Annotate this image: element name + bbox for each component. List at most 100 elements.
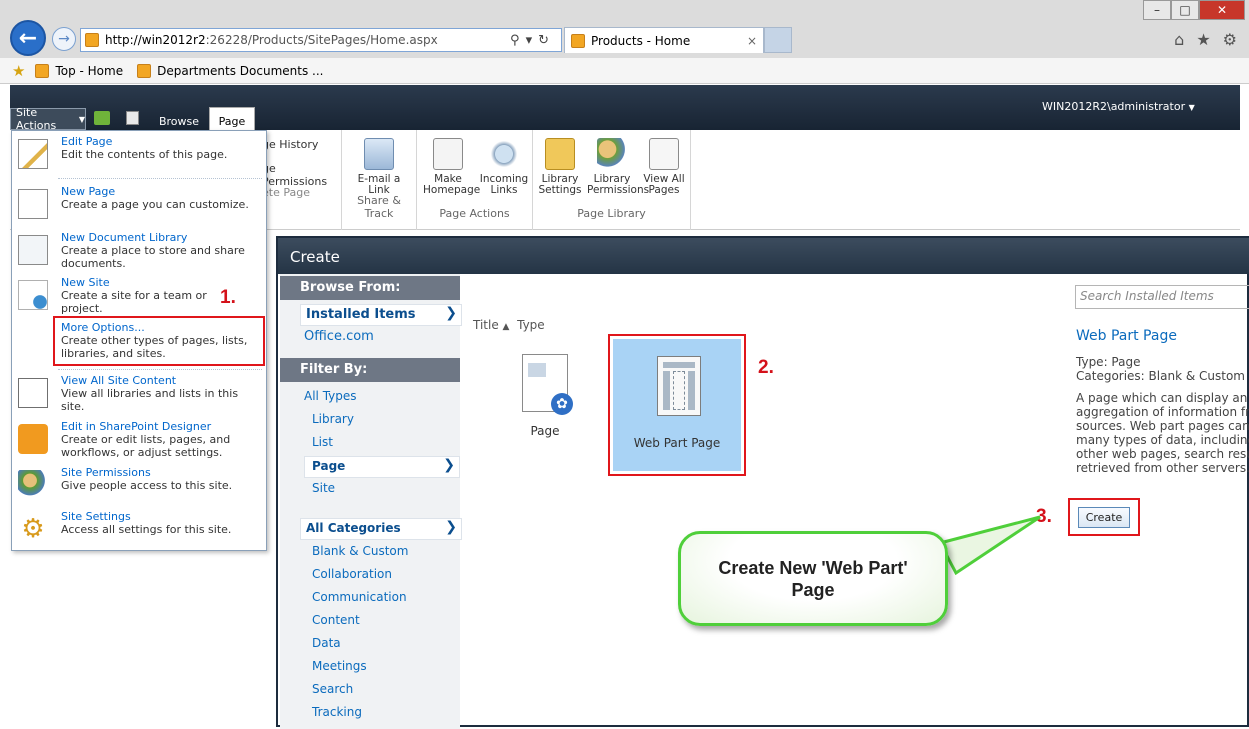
- sort-by-title[interactable]: Title: [473, 318, 499, 332]
- office-com-option[interactable]: Office.com: [304, 329, 374, 344]
- flower-icon: ✿: [551, 393, 573, 415]
- detail-description: A page which can display an aggregation …: [1076, 391, 1249, 475]
- tab-favicon-icon: [571, 33, 585, 48]
- close-tab-icon[interactable]: ×: [747, 34, 757, 48]
- navigate-up-icon[interactable]: [94, 111, 110, 125]
- envelope-icon: [364, 138, 394, 170]
- gear-icon: ⚙: [21, 514, 45, 544]
- filter-library[interactable]: Library: [312, 412, 354, 426]
- site-content-icon: [18, 378, 48, 408]
- ribbon-group-page-library: Library Settings Library Permissions Vie…: [533, 130, 691, 230]
- menu-item-new-page[interactable]: New Page Create a page you can customize…: [12, 185, 266, 229]
- sort-bar: Title ▲ Type: [473, 318, 545, 332]
- category-collaboration[interactable]: Collaboration: [312, 567, 392, 581]
- home-icon[interactable]: ⌂: [1174, 30, 1184, 49]
- category-blank-custom[interactable]: Blank & Custom: [312, 544, 408, 558]
- dropdown-arrow-icon: ▼: [1188, 103, 1195, 112]
- page-template-icon: ✿: [522, 354, 573, 415]
- library-settings-button[interactable]: Library Settings: [535, 138, 585, 196]
- menu-item-site-settings[interactable]: ⚙ Site Settings Access all settings for …: [12, 510, 266, 550]
- filter-site[interactable]: Site: [312, 481, 335, 495]
- edit-page-icon: [18, 139, 48, 169]
- menu-separator: [58, 369, 262, 370]
- step-1-label: 1.: [220, 287, 236, 308]
- filter-by-header: Filter By:: [280, 358, 460, 382]
- menu-item-site-permissions[interactable]: Site Permissions Give people access to t…: [12, 466, 266, 506]
- favorites-star-icon[interactable]: ★: [1196, 30, 1210, 49]
- ribbon-page-permissions[interactable]: ge Permissions: [262, 162, 341, 188]
- menu-item-sharepoint-designer[interactable]: Edit in SharePoint Designer Create or ed…: [12, 420, 266, 464]
- favorite-link-top-home[interactable]: Top - Home: [35, 63, 123, 78]
- category-meetings[interactable]: Meetings: [312, 659, 367, 673]
- document-library-icon: [18, 235, 48, 265]
- detail-type: Type: Page: [1076, 355, 1141, 369]
- back-button[interactable]: ←: [10, 20, 46, 56]
- maximize-button[interactable]: □: [1171, 0, 1199, 20]
- new-site-icon: [18, 280, 48, 310]
- filter-page-selected[interactable]: Page ❯: [304, 456, 460, 478]
- filter-all-types[interactable]: All Types: [304, 389, 357, 403]
- library-permissions-button[interactable]: Library Permissions: [587, 138, 649, 196]
- minimize-button[interactable]: –: [1143, 0, 1171, 20]
- category-communication[interactable]: Communication: [312, 590, 407, 604]
- dialog-title: Create: [278, 238, 1249, 274]
- category-content[interactable]: Content: [312, 613, 360, 627]
- user-menu[interactable]: WIN2012R2\administrator ▼: [1042, 100, 1195, 113]
- detail-meta: Type: Page Categories: Blank & Custom: [1076, 355, 1245, 383]
- sort-by-type[interactable]: Type: [517, 318, 545, 332]
- people-key-icon: [597, 138, 627, 170]
- view-all-pages-button[interactable]: View All Pages: [639, 138, 689, 196]
- address-bar[interactable]: http://win2012r2:26228/Products/SitePage…: [80, 28, 562, 52]
- favorites-add-icon[interactable]: ★: [12, 62, 25, 80]
- template-web-part-page[interactable]: Web Part Page: [608, 334, 746, 476]
- browser-tools: ⌂ ★ ⚙: [1174, 30, 1237, 49]
- incoming-links-button[interactable]: Incoming Links: [479, 138, 529, 196]
- installed-items-option[interactable]: Installed Items ❯: [300, 304, 462, 326]
- chevron-right-icon: ❯: [445, 305, 457, 321]
- filter-list[interactable]: List: [312, 435, 333, 449]
- category-data[interactable]: Data: [312, 636, 341, 650]
- more-options-highlight: [53, 316, 265, 366]
- web-part-page-label: Web Part Page: [633, 436, 721, 450]
- dialog-left-pane: Browse From: Installed Items ❯ Office.com…: [280, 274, 462, 729]
- callout-text: Create New 'Web Part' Page: [718, 557, 908, 600]
- tab-browse[interactable]: Browse: [152, 110, 206, 130]
- browser-tab[interactable]: Products - Home ×: [564, 27, 764, 53]
- make-homepage-button[interactable]: Make Homepage: [423, 138, 480, 196]
- forward-button[interactable]: →: [52, 27, 76, 51]
- sort-ascending-icon: ▲: [502, 322, 510, 332]
- favorite-link-departments[interactable]: Departments Documents ...: [137, 63, 323, 78]
- menu-item-edit-page[interactable]: Edit Page Edit the contents of this page…: [12, 135, 266, 177]
- category-search[interactable]: Search: [312, 682, 353, 696]
- category-tracking[interactable]: Tracking: [312, 705, 362, 719]
- favorite-favicon-icon: [137, 63, 152, 78]
- ribbon-group-share-track: E-mail a Link Share & Track: [342, 130, 417, 230]
- favorite-favicon-icon: [35, 63, 50, 78]
- new-page-icon: [18, 189, 48, 219]
- email-link-button[interactable]: E-mail a Link: [354, 138, 404, 196]
- site-actions-button[interactable]: Site Actions ▼: [10, 106, 86, 132]
- menu-item-new-document-library[interactable]: New Document Library Create a place to s…: [12, 231, 266, 275]
- ribbon-delete-page[interactable]: ete Page: [262, 186, 310, 199]
- detail-title: Web Part Page: [1076, 328, 1177, 344]
- all-categories-option[interactable]: All Categories ❯: [300, 518, 462, 540]
- close-button[interactable]: ✕: [1199, 0, 1245, 20]
- new-tab-button[interactable]: [764, 27, 792, 53]
- template-page[interactable]: ✿ Page: [510, 350, 580, 450]
- search-refresh-icons[interactable]: ⚲▾↻: [510, 33, 555, 48]
- forward-arrow-icon: →: [58, 31, 70, 47]
- search-installed-items-input[interactable]: Search Installed Items: [1075, 285, 1249, 309]
- web-part-page-icon: [657, 356, 701, 416]
- tab-page[interactable]: Page: [209, 107, 255, 131]
- house-icon: [433, 138, 463, 170]
- back-arrow-icon: ←: [18, 25, 38, 51]
- edit-page-icon[interactable]: [126, 111, 139, 125]
- ribbon-page-history[interactable]: ge History: [262, 138, 318, 151]
- menu-separator: [58, 178, 262, 179]
- gear-icon[interactable]: ⚙: [1223, 30, 1237, 49]
- menu-item-view-all-site-content[interactable]: View All Site Content View all libraries…: [12, 374, 266, 418]
- create-button[interactable]: Create: [1078, 507, 1130, 528]
- chevron-right-icon: ❯: [443, 457, 455, 473]
- callout-tail: [937, 515, 1041, 576]
- url-host: http://win2012r2: [105, 33, 206, 47]
